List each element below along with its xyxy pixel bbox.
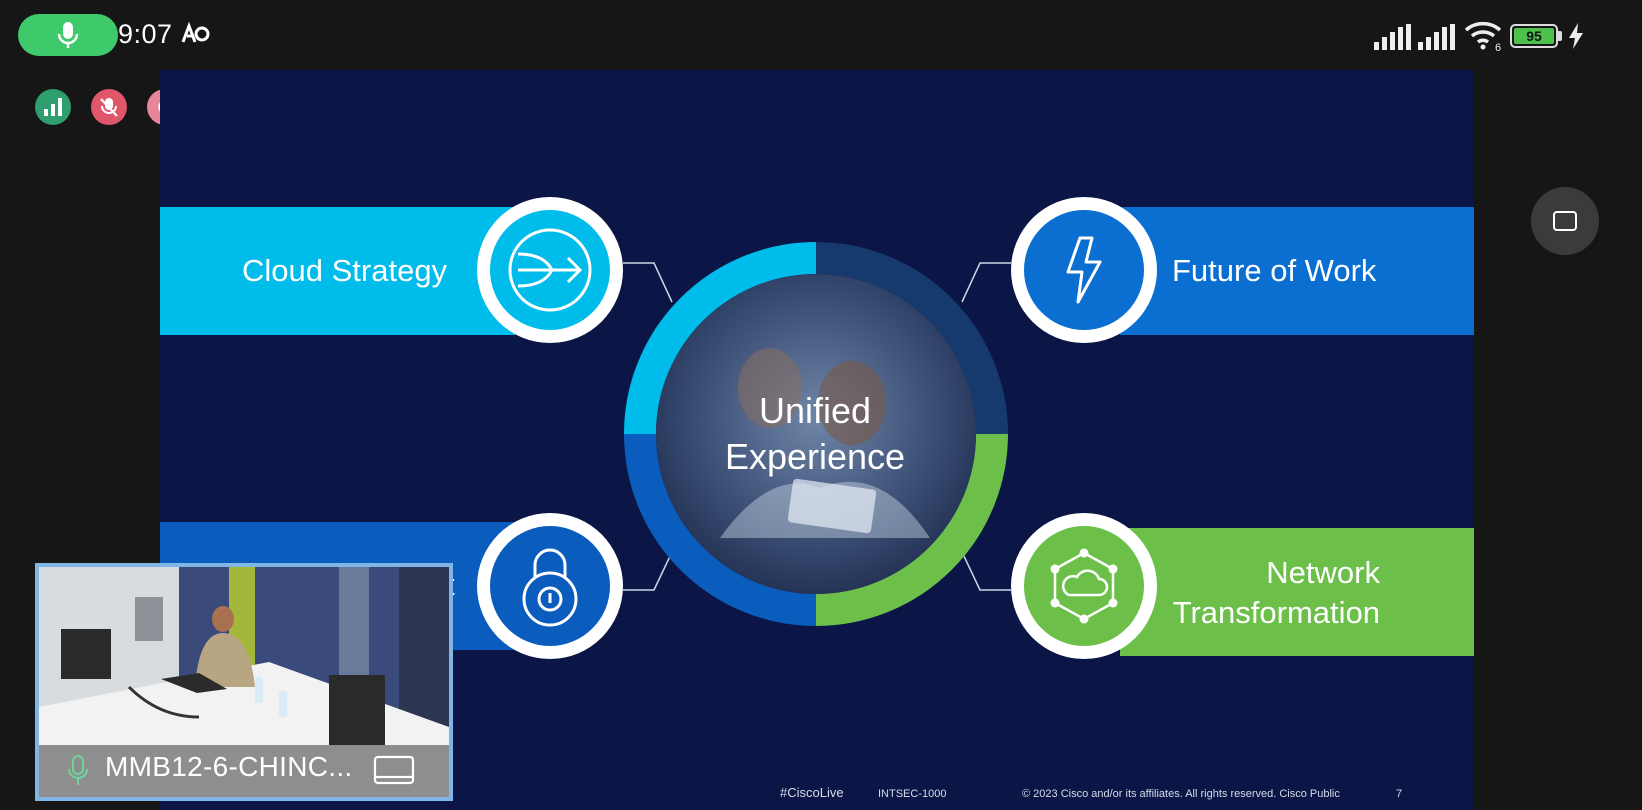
screen-share-icon[interactable]	[373, 755, 415, 787]
microphone-icon	[68, 755, 88, 785]
network-transformation-badge	[1011, 513, 1157, 659]
padlock-icon	[522, 548, 578, 627]
status-bar: 9:07 6 95	[0, 0, 1642, 70]
recent-apps-button[interactable]	[1531, 187, 1599, 255]
clock: 9:07	[118, 19, 173, 49]
future-of-work-label: Future of Work	[1172, 253, 1377, 288]
slide-session-code: INTSEC-1000	[878, 788, 947, 800]
slide-copyright: © 2023 Cisco and/or its affiliates. All …	[1022, 788, 1340, 800]
battery-icon: 95	[1510, 24, 1558, 48]
muted-speaker-icon	[100, 98, 118, 117]
microphone-icon	[57, 22, 79, 48]
active-mic-indicator[interactable]	[18, 14, 118, 56]
slide-hashtag: #CiscoLive	[780, 785, 844, 800]
signal-bars-icon	[1374, 24, 1411, 50]
cloud-strategy-label: Cloud Strategy	[242, 253, 448, 288]
battery-level: 95	[1514, 28, 1554, 44]
participant-name: MMB12-6-CHINC...	[105, 751, 353, 782]
unified-experience-title: Unified Experience	[724, 390, 906, 477]
cloud-strategy-badge	[477, 197, 623, 343]
recent-apps-icon	[1553, 211, 1577, 231]
signal-bars-icon	[1418, 24, 1455, 50]
future-of-work-badge	[1011, 197, 1157, 343]
network-quality-indicator[interactable]	[35, 89, 71, 125]
speaker-muted-indicator[interactable]	[91, 89, 127, 125]
wifi-6-icon: 6	[1464, 22, 1502, 52]
notification-icon	[181, 22, 210, 43]
charging-bolt-icon	[1569, 23, 1583, 49]
arrow-circle-icon	[508, 228, 592, 312]
svg-text:6: 6	[1495, 42, 1501, 52]
cloud-network-icon	[1050, 548, 1118, 624]
slide-page-number: 7	[1396, 788, 1403, 800]
participant-video-tile[interactable]: MMB12-6-CHINC...	[35, 563, 453, 801]
participant-name-bar: MMB12-6-CHINC...	[39, 745, 449, 797]
battery-nub	[1558, 31, 1562, 41]
security-badge	[477, 513, 623, 659]
network-quality-icon	[44, 98, 62, 116]
lightning-bolt-icon	[1066, 236, 1102, 304]
network-transformation-label: Network Transformation	[1172, 555, 1380, 630]
